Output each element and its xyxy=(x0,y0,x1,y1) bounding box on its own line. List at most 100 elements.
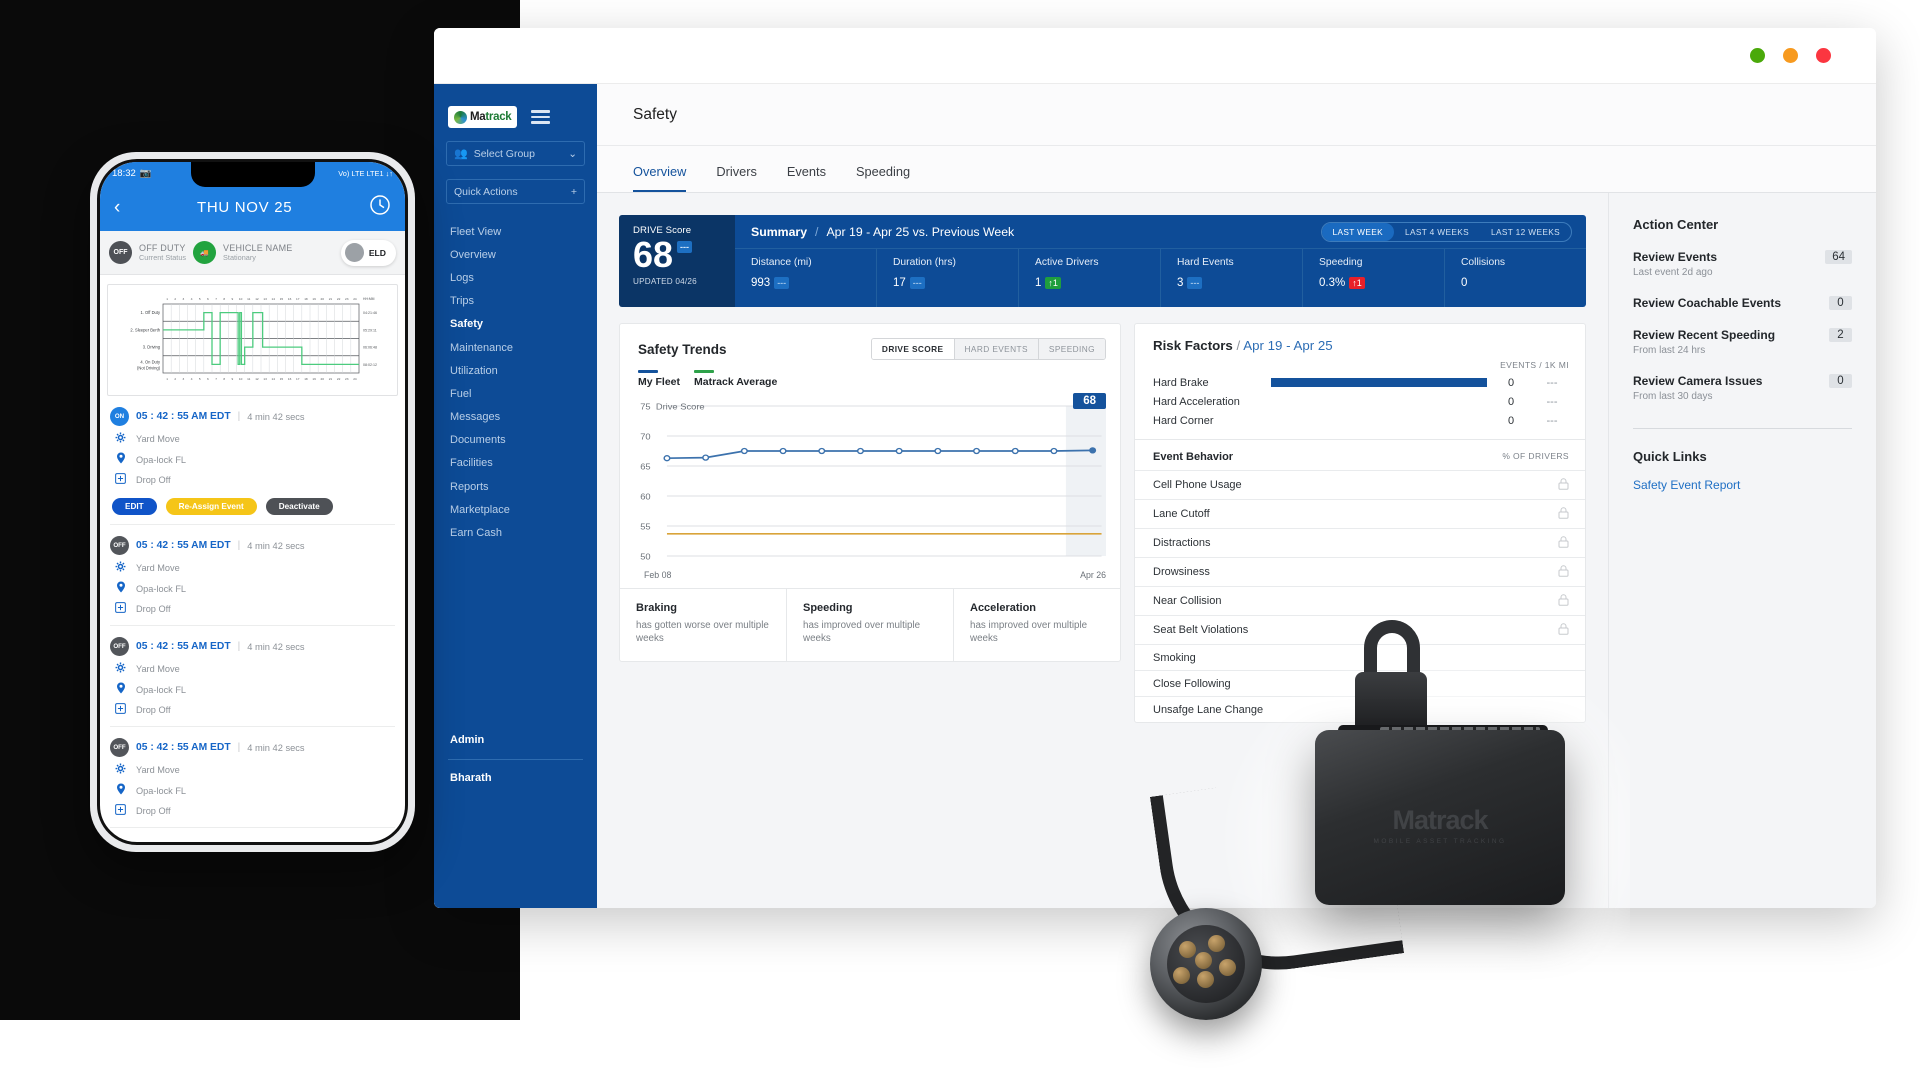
log-entry[interactable]: OFF 05 : 42 : 55 AM EDT | 4 min 42 secs Yard… xyxy=(110,626,395,727)
log-entry-detail-text: Yard Move xyxy=(136,434,180,444)
action-center-item[interactable]: Review Camera Issues From last 30 days 0 xyxy=(1633,374,1852,402)
sidebar: Matrack 👥 Select Group ⌄ Quick Actions +… xyxy=(434,84,597,908)
select-group-control[interactable]: 👥 Select Group ⌄ xyxy=(446,141,585,166)
sidebar-item-fuel[interactable]: Fuel xyxy=(434,382,597,405)
metric-label: Duration (hrs) xyxy=(893,257,956,268)
tab-events[interactable]: Events xyxy=(787,164,826,192)
log-entry-detail-row: Yard Move xyxy=(110,561,395,575)
period-segment-1[interactable]: LAST 4 WEEKS xyxy=(1394,223,1480,241)
risk-row-name: Hard Corner xyxy=(1153,414,1214,427)
risk-row-delta: --- xyxy=(1546,376,1558,389)
behavior-row[interactable]: Near Collision xyxy=(1135,586,1585,615)
behavior-row[interactable]: Distractions xyxy=(1135,528,1585,557)
tab-overview[interactable]: Overview xyxy=(633,164,687,192)
period-segment-2[interactable]: LAST 12 WEEKS xyxy=(1480,223,1571,241)
action-center-item[interactable]: Review Coachable Events 0 xyxy=(1633,296,1852,310)
edit-button[interactable]: EDIT xyxy=(112,498,157,515)
log-entry-list: ON 05 : 42 : 55 AM EDT | 4 min 42 secs Yard … xyxy=(100,396,405,828)
log-entry-detail-row: Drop Off xyxy=(110,602,395,616)
svg-text:1. Off Duty: 1. Off Duty xyxy=(141,310,161,315)
sidebar-item-messages[interactable]: Messages xyxy=(434,406,597,429)
clock-icon[interactable] xyxy=(369,194,391,221)
behavior-row[interactable]: Unsafge Lane Change xyxy=(1135,696,1585,722)
risk-column-header: EVENTS / 1K MI xyxy=(1500,360,1569,370)
behavior-row[interactable]: Lane Cutoff xyxy=(1135,499,1585,528)
action-center-item[interactable]: Review Recent Speeding From last 24 hrs 2 xyxy=(1633,328,1852,356)
tab-bar: Overview Drivers Events Speeding xyxy=(597,146,1876,193)
chevron-down-icon: ⌄ xyxy=(568,147,577,160)
log-entry-actions: EDIT Re-Assign Event Deactivate xyxy=(110,498,395,515)
log-entry-duration: 4 min 42 secs xyxy=(247,641,305,652)
sidebar-item-logs[interactable]: Logs xyxy=(434,266,597,289)
sidebar-item-maintenance[interactable]: Maintenance xyxy=(434,336,597,359)
legend-color-swatch xyxy=(638,370,658,373)
log-entry-header: OFF 05 : 42 : 55 AM EDT | 4 min 42 secs xyxy=(110,637,395,656)
behavior-row[interactable]: Cell Phone Usage xyxy=(1135,470,1585,499)
trend-toggle-drive-score[interactable]: DRIVE SCORE xyxy=(871,339,955,359)
log-entry-separator: | xyxy=(237,641,241,652)
svg-text:17: 17 xyxy=(296,297,300,301)
period-segment-0[interactable]: LAST WEEK xyxy=(1321,222,1395,241)
reassign-button[interactable]: Re-Assign Event xyxy=(165,498,257,515)
svg-text:Drive Score: Drive Score xyxy=(656,401,705,410)
sidebar-item-utilization[interactable]: Utilization xyxy=(434,359,597,382)
tab-drivers[interactable]: Drivers xyxy=(716,164,757,192)
sidebar-item-bharath[interactable]: Bharath xyxy=(434,767,597,790)
behavior-name: Distractions xyxy=(1153,537,1211,549)
log-entry-time: 05 : 42 : 55 AM EDT xyxy=(136,540,231,551)
svg-text:65: 65 xyxy=(640,461,650,470)
sidebar-item-marketplace[interactable]: Marketplace xyxy=(434,498,597,521)
quick-actions-control[interactable]: Quick Actions + xyxy=(446,179,585,204)
sidebar-item-safety[interactable]: Safety xyxy=(434,313,597,336)
trend-toggle-speeding[interactable]: SPEEDING xyxy=(1038,339,1105,359)
risk-row: Hard Corner 0 --- xyxy=(1135,411,1585,430)
behavior-row[interactable]: Close Following xyxy=(1135,670,1585,696)
metric-value-row: 3 --- xyxy=(1177,277,1302,289)
app-logo[interactable]: Matrack xyxy=(448,106,518,128)
chart-svg: 75 70 65 60 55 50 Drive Score xyxy=(640,401,1106,561)
summary-metrics-row: Distance (mi) 993 --- Duration (hrs) 17 --- Ac… xyxy=(735,249,1586,307)
behavior-row[interactable]: Smoking xyxy=(1135,644,1585,670)
trend-toggle-hard-events[interactable]: HARD EVENTS xyxy=(954,339,1039,359)
log-entry-status-badge: OFF xyxy=(110,738,129,757)
sidebar-item-fleet-view[interactable]: Fleet View xyxy=(434,220,597,243)
action-item-name: Review Events xyxy=(1633,250,1718,264)
window-control-red[interactable] xyxy=(1816,48,1831,63)
device-connector xyxy=(1150,908,1262,1020)
hamburger-menu-icon[interactable] xyxy=(531,110,551,124)
sidebar-item-trips[interactable]: Trips xyxy=(434,290,597,313)
deact-button[interactable]: Deactivate xyxy=(265,498,333,515)
svg-text:1: 1 xyxy=(166,377,168,381)
pin-icon xyxy=(114,783,127,798)
action-center-item[interactable]: Review Events Last event 2d ago 64 xyxy=(1633,250,1852,278)
quick-link-safety-event-report[interactable]: Safety Event Report xyxy=(1633,478,1852,492)
trend-card-speeding: Speeding has improved over multiple weeks xyxy=(787,588,954,662)
risk-row-value: 0 xyxy=(1507,376,1515,389)
window-control-green[interactable] xyxy=(1750,48,1765,63)
sidebar-item-documents[interactable]: Documents xyxy=(434,429,597,452)
sidebar-item-earn-cash[interactable]: Earn Cash xyxy=(434,521,597,544)
tab-speeding[interactable]: Speeding xyxy=(856,164,910,192)
log-entry[interactable]: ON 05 : 42 : 55 AM EDT | 4 min 42 secs Yard … xyxy=(110,396,395,525)
trend-card-title: Acceleration xyxy=(970,601,1037,614)
log-entry[interactable]: OFF 05 : 42 : 55 AM EDT | 4 min 42 secs Yard… xyxy=(110,525,395,626)
svg-text:18: 18 xyxy=(304,297,308,301)
sidebar-item-reports[interactable]: Reports xyxy=(434,475,597,498)
vehicle-state: Stationary xyxy=(223,253,256,262)
svg-text:4: 4 xyxy=(191,297,193,301)
behavior-row[interactable]: Drowsiness xyxy=(1135,557,1585,586)
window-control-orange[interactable] xyxy=(1783,48,1798,63)
action-item-count-badge: 0 xyxy=(1829,296,1852,310)
drive-score-trend-chip: --- xyxy=(677,241,693,253)
log-entry-header: OFF 05 : 42 : 55 AM EDT | 4 min 42 secs xyxy=(110,738,395,757)
log-entry[interactable]: OFF 05 : 42 : 55 AM EDT | 4 min 42 secs Yard… xyxy=(110,727,395,828)
eld-chip[interactable]: ELD xyxy=(340,239,396,266)
sidebar-item-admin[interactable]: Admin xyxy=(434,729,597,752)
risk-title-slash: / xyxy=(1236,338,1241,353)
svg-text:23: 23 xyxy=(345,297,349,301)
sidebar-item-overview[interactable]: Overview xyxy=(434,243,597,266)
behavior-row[interactable]: Seat Belt Violations xyxy=(1135,615,1585,644)
sidebar-item-facilities[interactable]: Facilities xyxy=(434,452,597,475)
log-entry-detail-text: Drop Off xyxy=(136,604,171,614)
legend-label: Matrack Average xyxy=(694,375,778,388)
